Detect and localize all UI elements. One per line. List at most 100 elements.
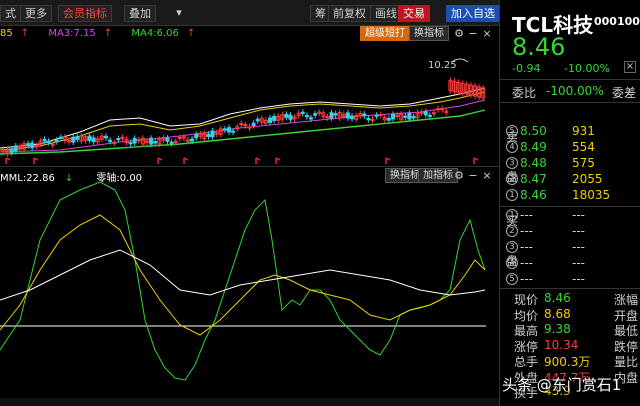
- quote-panel: TCL科技 000100 8.46 -0.94 -10.00% × 委比 -10…: [500, 0, 640, 406]
- level-price: 8.46: [520, 188, 547, 202]
- toolbar-style-button[interactable]: 式: [0, 5, 21, 22]
- toolbar-adjust-button[interactable]: 前复权: [328, 5, 371, 22]
- kline-chart[interactable]: 10.25: [0, 40, 499, 166]
- indicator-chart[interactable]: [0, 180, 499, 398]
- candle-body: [407, 112, 412, 120]
- level-volume: 931: [572, 124, 595, 138]
- candle-body: [30, 142, 35, 149]
- candle-body: [386, 118, 391, 121]
- candle-body: [9, 148, 14, 153]
- candle-body: [206, 133, 211, 137]
- level-index: 4: [506, 141, 518, 153]
- watermark-text: 头条 @东门赏石1: [502, 376, 622, 394]
- level-price: 8.48: [520, 156, 547, 170]
- candle-body: [128, 142, 133, 145]
- level-index: 3: [506, 157, 518, 169]
- level-volume: ---: [572, 240, 585, 254]
- switch-indicator-button-upper[interactable]: 换指标: [409, 26, 449, 41]
- candle-body: [116, 138, 121, 141]
- signal-flag-icon: [157, 157, 163, 164]
- stock-code: 000100: [594, 15, 640, 28]
- quote-stat-row: 最高 9.38 最低: [514, 322, 640, 338]
- stat-label: 总手: [514, 355, 539, 369]
- candle-body: [345, 112, 350, 119]
- buy-level-row[interactable]: 1 --- ---: [500, 208, 620, 224]
- candle-body: [288, 114, 293, 120]
- stat-label-secondary: 涨幅: [614, 293, 639, 307]
- add-watchlist-button[interactable]: 加入自选: [446, 5, 500, 22]
- candle-body: [54, 139, 59, 143]
- level-price: ---: [520, 256, 533, 270]
- candle-body: [75, 136, 80, 140]
- sell-level-row[interactable]: 4 8.49 554: [500, 140, 620, 156]
- ma-legend-item: MA4:6.06 ↑: [131, 28, 196, 39]
- divider: [500, 206, 640, 207]
- buy-level-row[interactable]: 4 --- ---: [500, 256, 620, 272]
- candle-body: [71, 136, 76, 143]
- candle-body: [210, 130, 215, 138]
- sell-level-row[interactable]: 2 8.47 2055: [500, 172, 620, 188]
- candle-body: [87, 135, 92, 141]
- signal-markers: [5, 157, 479, 164]
- chart-toolbar: 式 更多 会员指标 叠加 ▾ 筹 前复权 画线 交易 加入自选: [0, 0, 500, 26]
- toolbar-member-indicator-button[interactable]: 会员指标: [58, 5, 112, 22]
- candle-body: [300, 111, 305, 114]
- candle-body: [91, 137, 96, 143]
- candle-body: [169, 141, 174, 145]
- chart-divider: [0, 166, 500, 167]
- buy-level-row[interactable]: 2 --- ---: [500, 224, 620, 240]
- buy-level-row[interactable]: 3 --- ---: [500, 240, 620, 256]
- close-icon[interactable]: ×: [480, 27, 494, 41]
- candle-body: [222, 128, 227, 131]
- gear-icon[interactable]: ⚙: [452, 27, 466, 41]
- divider: [500, 102, 640, 103]
- indicator-line-green: [0, 181, 486, 381]
- stat-value: 9.38: [544, 322, 571, 336]
- stat-label-secondary: 量比: [614, 355, 639, 369]
- candle-body: [333, 113, 338, 116]
- price-change: -0.94: [512, 62, 541, 75]
- level-index: 3: [506, 241, 518, 253]
- sell-level-row[interactable]: 5 8.50 931: [500, 124, 620, 140]
- close-icon[interactable]: ×: [624, 61, 636, 73]
- level-price: ---: [520, 272, 533, 286]
- level-volume: ---: [572, 256, 585, 270]
- candle-body: [255, 118, 260, 122]
- quote-stat-row: 均价 8.68 开盘: [514, 307, 640, 323]
- candle-body: [46, 140, 51, 143]
- candle-body: [391, 113, 395, 120]
- minus-icon[interactable]: −: [466, 27, 480, 41]
- level-price: ---: [520, 240, 533, 254]
- level-volume: 2055: [572, 172, 603, 186]
- stat-label: 涨停: [514, 339, 539, 354]
- candle-body: [272, 115, 277, 122]
- sell-level-row[interactable]: 1 8.46 18035: [500, 188, 620, 204]
- divider: [500, 288, 640, 289]
- sell-level-row[interactable]: 3 8.48 575: [500, 156, 620, 172]
- candle-body: [251, 122, 256, 126]
- super-short-button[interactable]: 超级短打: [360, 26, 410, 41]
- candle-body: [362, 113, 367, 117]
- signal-flag-icon: [183, 157, 189, 164]
- candle-body: [58, 136, 63, 139]
- toolbar-trade-button[interactable]: 交易: [398, 5, 430, 22]
- chevron-down-icon[interactable]: ▾: [172, 6, 186, 20]
- candle-body: [227, 127, 231, 133]
- level-volume: 554: [572, 140, 595, 154]
- candle-body: [104, 135, 108, 139]
- level-index: 1: [506, 209, 518, 221]
- indicator-line-yellow: [0, 214, 486, 336]
- level-volume: 18035: [572, 188, 611, 202]
- candle-body: [427, 114, 432, 118]
- toolbar-overlay-button[interactable]: 叠加: [124, 5, 156, 22]
- buy-level-row[interactable]: 5 --- ---: [500, 272, 620, 288]
- stat-label-secondary: 开盘: [614, 308, 639, 323]
- signal-flag-icon: [255, 157, 261, 164]
- candle-body: [231, 130, 236, 133]
- divider: [500, 79, 640, 80]
- ma-legend-item: MA3:7.15 ↑: [48, 28, 113, 39]
- level-volume: 575: [572, 156, 595, 170]
- toolbar-more-button[interactable]: 更多: [20, 5, 52, 22]
- level-volume: ---: [572, 224, 585, 238]
- indicator-line-white: [0, 249, 486, 301]
